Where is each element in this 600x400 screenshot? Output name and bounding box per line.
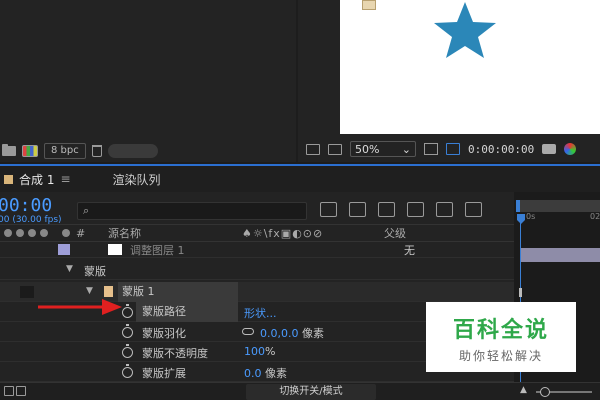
mask-opacity-value[interactable]: 100% bbox=[244, 345, 275, 358]
parent-dropdown[interactable]: 无 bbox=[404, 242, 415, 258]
zoom-select[interactable]: 50% ⌄ bbox=[350, 141, 416, 157]
audio-icon[interactable] bbox=[16, 229, 24, 237]
tab-composition-1[interactable]: 合成 1 ≡ bbox=[0, 166, 81, 192]
timeline-bottom-bar: 切换开关/模式 ▲ bbox=[0, 382, 600, 400]
playhead[interactable] bbox=[517, 214, 525, 224]
layer-column-header: # 源名称 ♠☼\fx▣◐⊙⊘ 父级 bbox=[0, 224, 514, 242]
mask-name[interactable]: 蒙版 1 bbox=[118, 282, 238, 302]
zoom-slider-knob[interactable] bbox=[540, 387, 550, 397]
comp-flowchart-icon[interactable] bbox=[320, 202, 337, 217]
toggle-switches-modes-button[interactable]: 切换开关/模式 bbox=[246, 384, 376, 400]
project-toolbar: 8 bpc bbox=[0, 140, 296, 162]
timeline-tools bbox=[320, 202, 482, 217]
mask-color-swatch[interactable] bbox=[104, 286, 113, 297]
twirl-down-icon[interactable]: ▼ bbox=[66, 264, 73, 274]
transfer-controls-icon[interactable] bbox=[16, 386, 26, 396]
composition-viewer: 50% ⌄ 0:00:00:00 bbox=[298, 0, 600, 162]
mask-feather-number[interactable]: 0.0,0.0 bbox=[260, 327, 298, 340]
bit-depth-button[interactable]: 8 bpc bbox=[44, 143, 86, 159]
star-shape[interactable] bbox=[432, 2, 498, 58]
ruler-tick-label: 0s bbox=[526, 212, 536, 221]
mask-visibility-icon[interactable] bbox=[446, 143, 460, 155]
solo-icon[interactable] bbox=[28, 229, 36, 237]
layer-duration-bar[interactable] bbox=[521, 248, 600, 262]
mask-expansion-label: 蒙版扩展 bbox=[142, 367, 186, 380]
layer-row[interactable]: 调整图层 1 无 bbox=[0, 242, 514, 258]
visibility-icon[interactable] bbox=[4, 229, 12, 237]
mask-feather-label: 蒙版羽化 bbox=[142, 327, 186, 340]
column-parent[interactable]: 父级 bbox=[384, 225, 406, 241]
layer-color-swatch bbox=[58, 244, 70, 255]
mask-path-value[interactable]: 形状... bbox=[244, 305, 277, 321]
search-icon: ⌕ bbox=[83, 204, 90, 217]
timeline-tab-bar: 合成 1 ≡ 渲染队列 bbox=[0, 166, 600, 192]
project-scroll-pill[interactable] bbox=[107, 144, 158, 158]
constrain-proportions-icon[interactable] bbox=[242, 328, 254, 335]
mask-color-swatch bbox=[20, 286, 34, 298]
layer-handle[interactable] bbox=[362, 0, 376, 10]
watermark-title: 百科全说 bbox=[452, 318, 549, 343]
layer-type-icon bbox=[108, 244, 122, 255]
viewer-timecode[interactable]: 0:00:00:00 bbox=[468, 143, 534, 156]
draft-3d-icon[interactable] bbox=[349, 202, 366, 217]
zoom-value: 50% bbox=[355, 142, 380, 156]
viewer-canvas[interactable] bbox=[340, 0, 600, 134]
tab-label: 合成 1 bbox=[19, 172, 55, 187]
stopwatch-icon[interactable] bbox=[122, 304, 133, 318]
new-composition-icon[interactable] bbox=[22, 145, 38, 157]
layer-name[interactable]: 调整图层 1 bbox=[130, 242, 185, 258]
snapshot-icon[interactable] bbox=[542, 144, 557, 154]
mask-feather-unit: 像素 bbox=[301, 327, 324, 340]
frame-blending-icon[interactable] bbox=[407, 202, 424, 217]
motion-blur-icon[interactable] bbox=[436, 202, 453, 217]
ruler-tick-label: 02 bbox=[590, 212, 600, 221]
viewer-toolbar: 50% ⌄ 0:00:00:00 bbox=[298, 138, 600, 160]
trash-icon[interactable] bbox=[91, 145, 102, 157]
stopwatch-icon[interactable] bbox=[122, 324, 133, 338]
column-number: # bbox=[76, 226, 86, 240]
mask-opacity-unit: % bbox=[265, 345, 276, 358]
work-area-bar[interactable] bbox=[516, 200, 600, 212]
stopwatch-icon[interactable] bbox=[122, 344, 133, 358]
mask-opacity-label: 蒙版不透明度 bbox=[142, 347, 208, 360]
mask-expansion-number[interactable]: 0.0 bbox=[244, 367, 262, 380]
masks-group-row[interactable]: ▼ 蒙版 bbox=[0, 260, 514, 280]
layer-switches-icon[interactable] bbox=[4, 386, 14, 396]
grid-guides-icon[interactable] bbox=[424, 143, 438, 155]
mask-opacity-number[interactable]: 100 bbox=[244, 345, 265, 358]
graph-editor-icon[interactable] bbox=[465, 202, 482, 217]
watermark-subtitle: 助你轻松解决 bbox=[458, 349, 543, 363]
timecode-row: 00:00 00 (30.00 fps) ⌕ bbox=[0, 192, 600, 225]
keyframe-marker[interactable] bbox=[519, 288, 522, 297]
display-icon[interactable] bbox=[328, 143, 342, 155]
mask-expansion-unit: 像素 bbox=[265, 367, 287, 380]
twirl-down-icon[interactable]: ▼ bbox=[86, 286, 93, 296]
shy-layers-icon[interactable] bbox=[378, 202, 395, 217]
masks-group-label: 蒙版 bbox=[84, 265, 106, 278]
tab-render-queue[interactable]: 渲染队列 bbox=[103, 166, 171, 192]
panel-menu-icon[interactable]: ≡ bbox=[60, 172, 70, 186]
chevron-down-icon: ⌄ bbox=[401, 142, 411, 156]
current-timecode[interactable]: 00:00 bbox=[0, 195, 52, 216]
new-folder-icon[interactable] bbox=[2, 144, 16, 156]
mask-feather-value[interactable]: 0.0,0.0 像素 bbox=[260, 325, 324, 341]
stopwatch-icon[interactable] bbox=[122, 364, 133, 378]
channel-icon[interactable] bbox=[564, 143, 577, 155]
tab-label: 渲染队列 bbox=[112, 172, 161, 187]
watermark-logo: 百科全说 助你轻松解决 bbox=[426, 302, 576, 372]
column-switches: ♠☼\fx▣◐⊙⊘ bbox=[242, 226, 324, 240]
column-source-name[interactable]: 源名称 bbox=[108, 225, 141, 241]
project-panel: 8 bpc bbox=[0, 0, 296, 162]
always-preview-icon[interactable] bbox=[306, 143, 320, 155]
red-arrow-annotation bbox=[38, 299, 122, 315]
composition-swatch bbox=[4, 174, 13, 184]
mask-path-label: 蒙版路径 bbox=[136, 302, 238, 322]
label-icon[interactable] bbox=[62, 229, 70, 237]
lock-icon[interactable] bbox=[40, 229, 48, 237]
mask-expansion-value[interactable]: 0.0 像素 bbox=[244, 365, 287, 381]
zoom-out-icon[interactable]: ▲ bbox=[520, 385, 527, 395]
layer-search-input[interactable]: ⌕ bbox=[77, 202, 307, 220]
